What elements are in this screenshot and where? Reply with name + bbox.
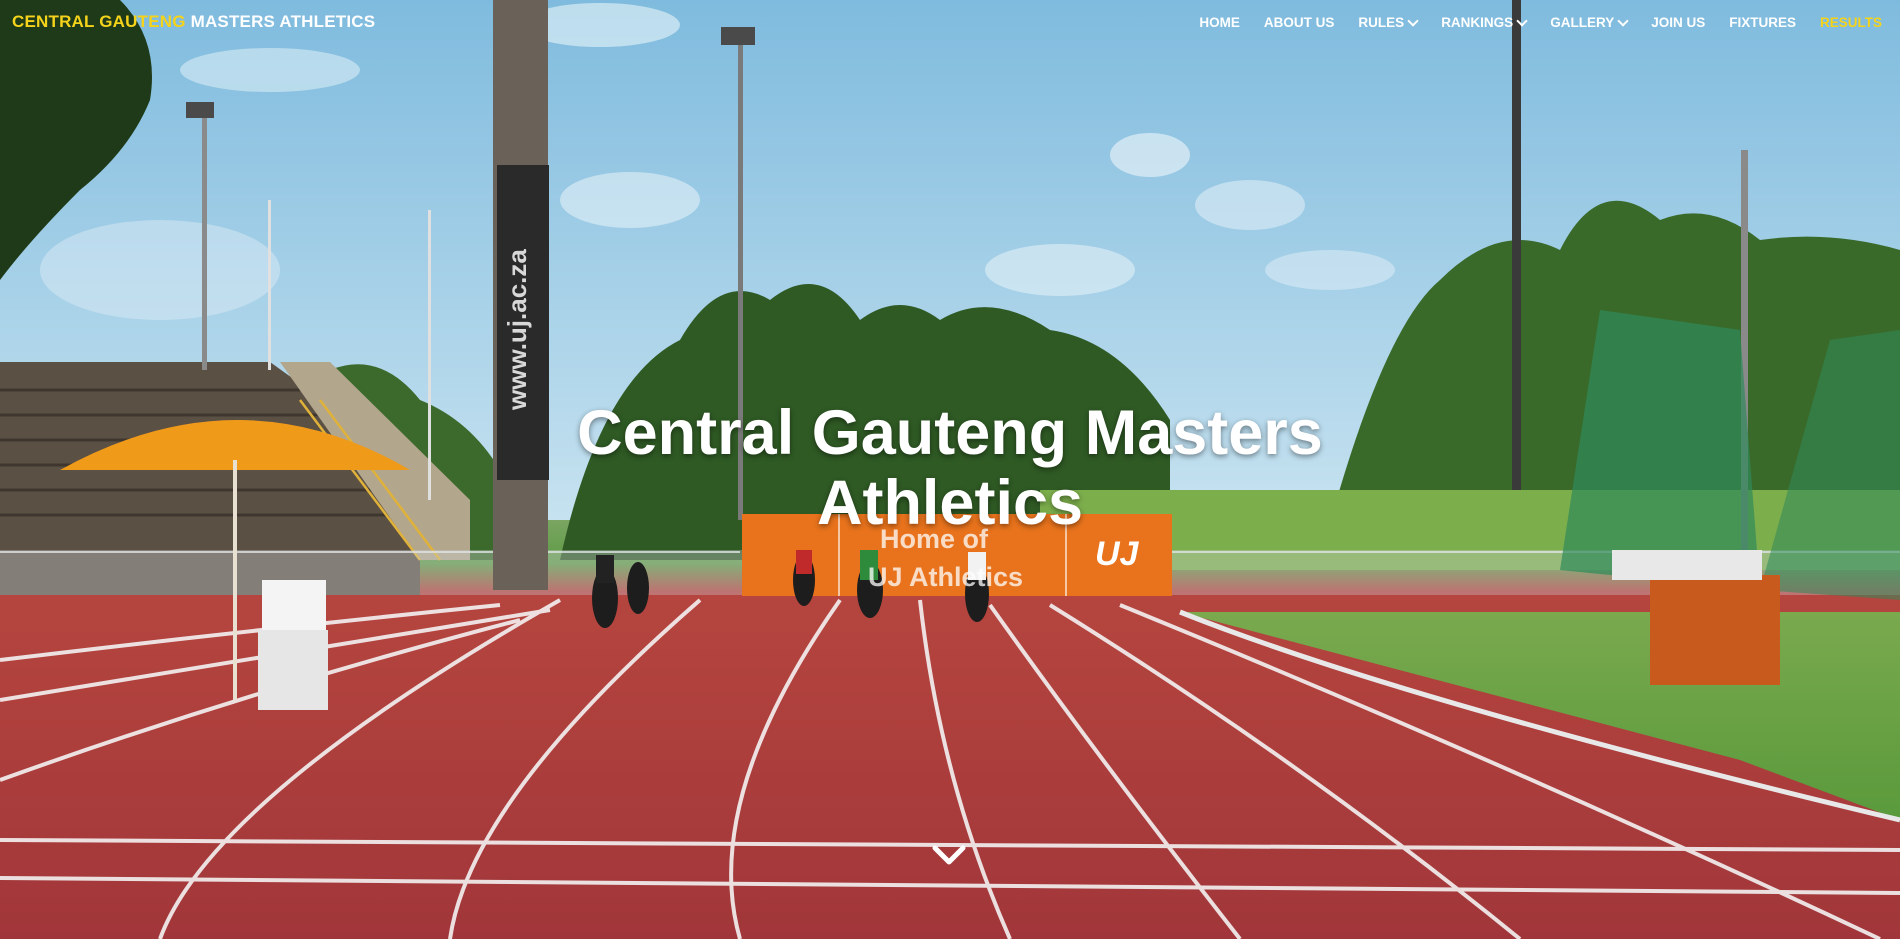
scroll-down-button[interactable] xyxy=(932,843,966,869)
nav-label-home: HOME xyxy=(1199,15,1240,30)
nav-item-gallery[interactable]: GALLERY xyxy=(1550,14,1629,30)
nav-menu: HOME ABOUT US RULES RANKINGS GALLERY JOI… xyxy=(1175,14,1882,30)
chevron-down-icon xyxy=(1516,14,1528,27)
nav-item-join-us[interactable]: JOIN US xyxy=(1651,15,1705,30)
brand-text-part1: CENTRAL GAUTENG xyxy=(12,12,186,31)
chevron-down-icon xyxy=(932,845,966,865)
nav-item-fixtures[interactable]: FIXTURES xyxy=(1729,15,1796,30)
nav-item-rules[interactable]: RULES xyxy=(1358,14,1419,30)
nav-item-results[interactable]: RESULTS xyxy=(1820,15,1882,30)
nav-item-about-us[interactable]: ABOUT US xyxy=(1264,15,1335,30)
banner-logo: UJ xyxy=(1095,535,1139,573)
brand-text-part2: MASTERS ATHLETICS xyxy=(190,12,376,31)
nav-label-join-us: JOIN US xyxy=(1651,15,1706,30)
nav-item-home[interactable]: HOME xyxy=(1199,15,1240,30)
nav-label-rankings: RANKINGS xyxy=(1441,15,1514,30)
chevron-down-icon xyxy=(1407,14,1419,27)
top-navbar: CENTRAL GAUTENG MASTERS ATHLETICS HOME A… xyxy=(0,0,1900,46)
site-brand-link[interactable]: CENTRAL GAUTENG MASTERS ATHLETICS xyxy=(12,12,375,32)
hero-title: Central Gauteng Masters Athletics xyxy=(577,398,1323,538)
nav-label-gallery: GALLERY xyxy=(1550,15,1615,30)
nav-label-results: RESULTS xyxy=(1819,15,1882,30)
nav-label-about-us: ABOUT US xyxy=(1263,15,1335,30)
hero-section: www.uj.ac.za Home of UJ Athletics UJ CEN… xyxy=(0,0,1900,939)
nav-item-rankings[interactable]: RANKINGS xyxy=(1441,14,1528,30)
nav-label-rules: RULES xyxy=(1358,15,1405,30)
chevron-down-icon xyxy=(1617,14,1629,27)
nav-label-fixtures: FIXTURES xyxy=(1729,15,1796,30)
banner-text-line-2: UJ Athletics xyxy=(868,562,1024,592)
